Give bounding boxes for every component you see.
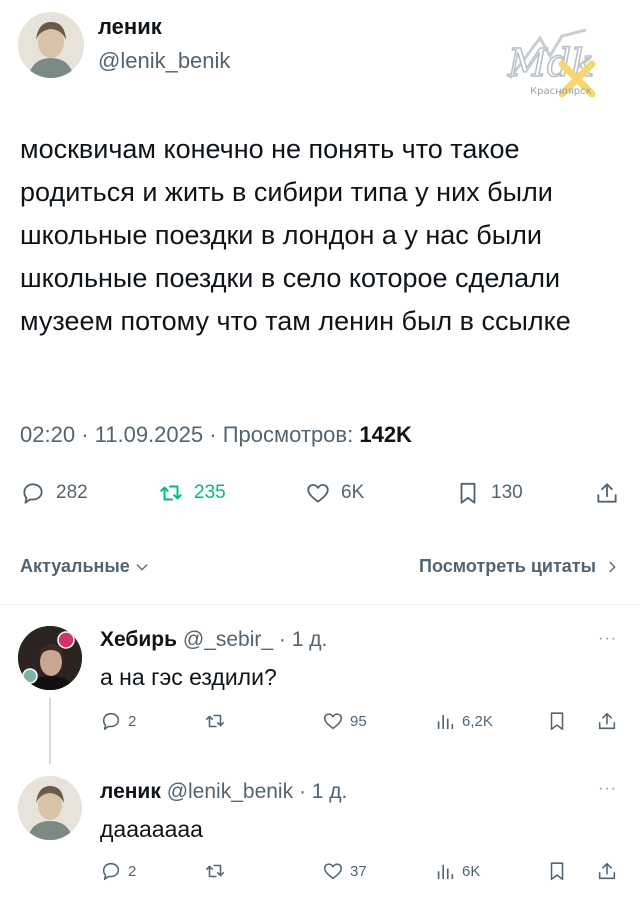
mdk-logo: Mdk Красноярск [500, 18, 610, 108]
views-button[interactable]: 6K [434, 860, 480, 882]
retweet-icon [160, 485, 182, 501]
view-quotes-label: Посмотреть цитаты [419, 556, 596, 576]
reply-button[interactable]: 2 [100, 710, 136, 732]
reply-count: 282 [56, 482, 88, 503]
tweet-date[interactable]: 11.09.2025 [95, 422, 203, 447]
reply-actions: 2 95 6,2K [100, 710, 620, 738]
sort-relevant-button[interactable]: Актуальные [20, 556, 150, 577]
heart-icon [323, 713, 343, 730]
like-count: 6K [341, 482, 365, 503]
like-button[interactable]: 95 [322, 710, 367, 732]
reply-time[interactable]: 1 д. [312, 780, 348, 803]
retweet-icon [205, 714, 225, 728]
reply-author-name[interactable]: Хебирь [100, 628, 177, 651]
more-options-button[interactable]: ··· [598, 780, 617, 798]
views-count: 142K [359, 422, 412, 447]
reply-text: даааaaaa [100, 816, 203, 842]
share-icon [598, 712, 616, 730]
sort-relevant-label: Актуальные [20, 556, 130, 576]
share-icon [597, 483, 617, 503]
views-icon [437, 714, 454, 730]
reply-author-handle[interactable]: @_sebir_ [183, 628, 273, 651]
bookmark-count: 130 [491, 482, 523, 503]
reply-author-name[interactable]: леник [100, 780, 161, 803]
bookmark-icon [550, 862, 564, 881]
meta-separator: · [81, 422, 89, 447]
reply-icon [102, 862, 120, 881]
retweet-button[interactable] [204, 860, 232, 882]
bookmark-icon [460, 482, 476, 504]
reply-text: а на гэс ездили? [100, 664, 277, 690]
views-button[interactable]: 6,2K [434, 710, 493, 732]
retweet-icon [205, 864, 225, 878]
author-handle[interactable]: @lenik_benik [98, 48, 230, 74]
tweet-text: москвичам конечно не понять что такое ро… [20, 134, 571, 336]
divider [0, 604, 640, 605]
like-button[interactable]: 37 [322, 860, 367, 882]
meta-separator: · [209, 422, 217, 447]
sort-row: Актуальные Посмотреть цитаты [20, 556, 620, 584]
reply-time[interactable]: 1 д. [292, 628, 328, 651]
retweet-button[interactable]: 235 [158, 480, 226, 506]
reply-count: 2 [128, 712, 137, 730]
thread-line [49, 698, 51, 764]
reply-avatar[interactable] [18, 626, 82, 690]
reply-header: Хебирь @_sebir_ · 1 д. [100, 628, 327, 652]
bookmark-button[interactable] [546, 710, 568, 732]
reply-icon [23, 483, 43, 504]
reply-actions: 2 37 6K [100, 860, 620, 888]
reply-button[interactable]: 282 [20, 480, 88, 506]
tweet-meta: 02:20 · 11.09.2025 · Просмотров: 142K [20, 422, 412, 448]
bookmark-icon [550, 712, 564, 731]
reply-button[interactable]: 2 [100, 860, 136, 882]
heart-icon [323, 863, 343, 880]
reply-author-handle[interactable]: @lenik_benik [167, 780, 293, 803]
share-button[interactable] [596, 860, 618, 882]
author-avatar[interactable] [18, 12, 84, 78]
logo-city: Красноярск [530, 86, 592, 97]
meta-separator: · [278, 628, 286, 651]
retweet-button[interactable] [204, 710, 232, 732]
reply-icon [102, 712, 120, 731]
reply-count: 2 [128, 862, 137, 880]
tweet-time[interactable]: 02:20 [20, 422, 75, 447]
like-count: 37 [350, 862, 367, 880]
like-count: 95 [350, 712, 367, 730]
views-count: 6,2K [462, 712, 493, 730]
retweet-count: 235 [194, 482, 226, 503]
tweet-actions: 282 235 6K 130 [20, 480, 620, 516]
share-button[interactable] [596, 710, 618, 732]
view-quotes-button[interactable]: Посмотреть цитаты [419, 556, 620, 577]
views-icon [437, 864, 454, 880]
meta-separator: · [298, 780, 306, 803]
more-options-button[interactable]: ··· [598, 630, 617, 648]
like-button[interactable]: 6K [305, 480, 364, 506]
reply-avatar[interactable] [18, 776, 82, 840]
heart-icon [307, 483, 329, 503]
author-name[interactable]: леник [98, 14, 162, 40]
chevron-right-icon [609, 561, 616, 572]
share-icon [598, 862, 616, 880]
chevron-down-icon [136, 563, 148, 571]
reply-header: леник @lenik_benik · 1 д. [100, 780, 347, 804]
views-label: Просмотров: [222, 422, 354, 447]
bookmark-button[interactable]: 130 [455, 480, 523, 506]
share-button[interactable] [594, 480, 620, 506]
views-count: 6K [462, 862, 481, 880]
bookmark-button[interactable] [546, 860, 568, 882]
